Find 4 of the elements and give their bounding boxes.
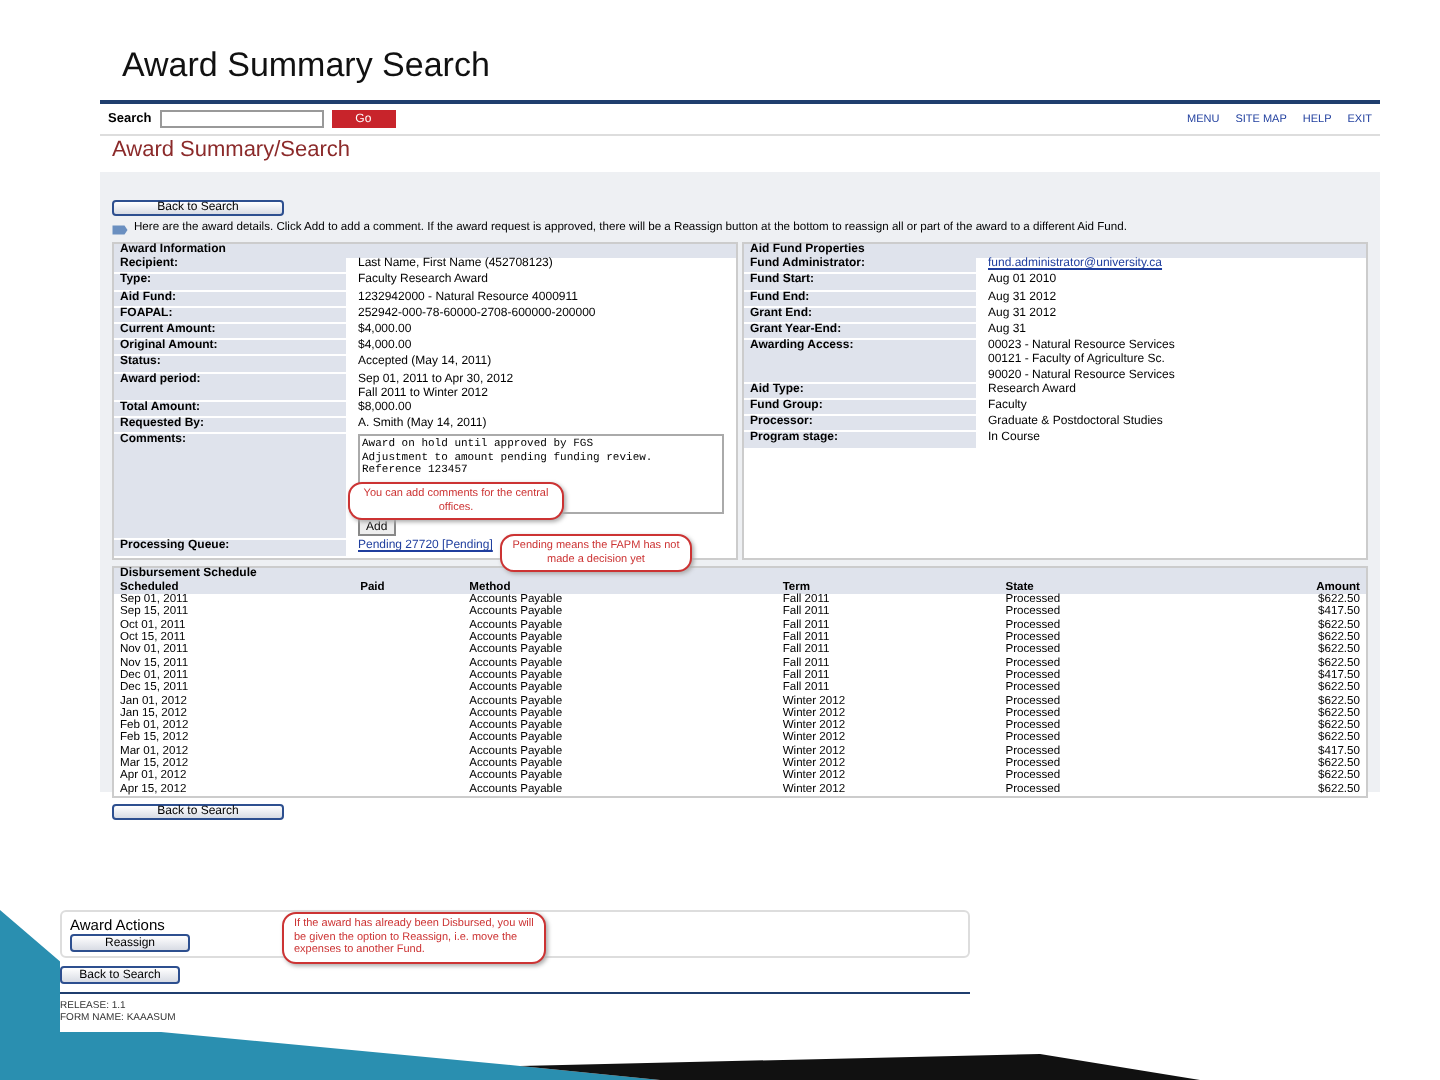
search-field[interactable] — [159, 110, 324, 128]
page-title: Award Summary/Search — [110, 136, 353, 166]
slide-title: Award Summary Search — [122, 46, 490, 86]
info-icon — [112, 224, 128, 236]
